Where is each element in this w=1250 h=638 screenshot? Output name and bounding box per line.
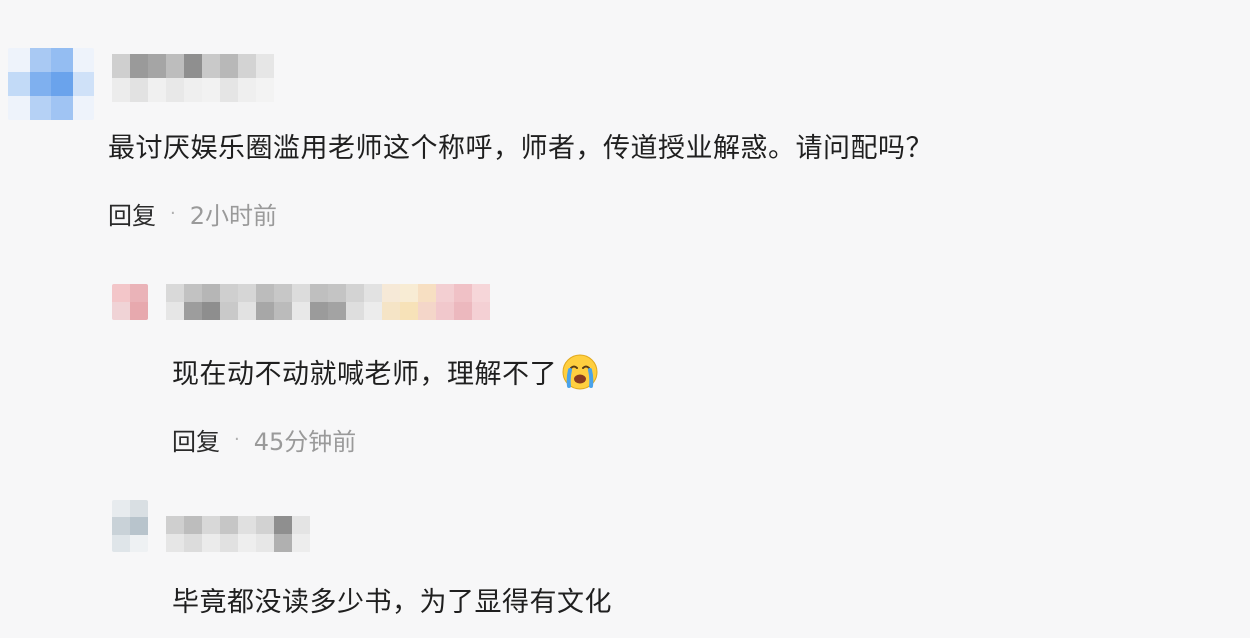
comment-meta: 回复 · 45分钟前	[172, 422, 356, 457]
avatar[interactable]	[112, 284, 148, 320]
avatar[interactable]	[112, 500, 148, 552]
separator-dot: ·	[234, 429, 240, 450]
separator-dot: ·	[170, 203, 176, 224]
timestamp: 45分钟前	[253, 428, 357, 456]
comment-text: 毕竟都没读多少书，为了显得有文化	[172, 587, 612, 618]
comment-text: 最讨厌娱乐圈滥用老师这个称呼，师者，传道授业解惑。请问配吗？	[108, 133, 933, 164]
crying-face-icon	[561, 353, 599, 398]
reply-button[interactable]: 回复	[172, 422, 220, 457]
reply-button[interactable]: 回复	[108, 196, 156, 231]
comment-text: 现在动不动就喊老师，理解不了	[172, 352, 599, 398]
username-blurred[interactable]	[112, 54, 274, 102]
comment-meta: 回复 · 2小时前	[108, 196, 277, 231]
username-blurred[interactable]	[166, 284, 490, 320]
timestamp: 2小时前	[189, 202, 278, 230]
avatar[interactable]	[8, 48, 94, 120]
username-blurred[interactable]	[166, 516, 310, 552]
comment-text-body: 现在动不动就喊老师，理解不了	[172, 359, 557, 390]
